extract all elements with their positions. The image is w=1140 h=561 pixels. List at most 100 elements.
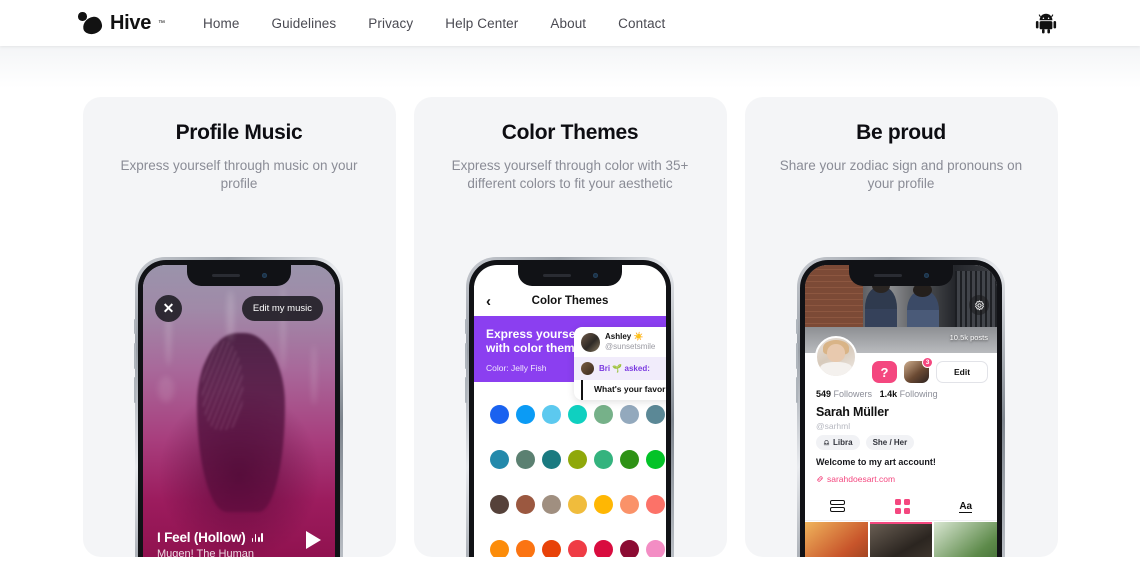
- profile-tab-bar: Aa: [805, 493, 997, 521]
- main-nav: Home Guidelines Privacy Help Center Abou…: [203, 16, 665, 31]
- color-swatch[interactable]: [646, 450, 665, 469]
- link-chain-icon: [817, 476, 823, 482]
- color-swatch[interactable]: [646, 405, 665, 424]
- profile-bio: Welcome to my art account!: [816, 457, 936, 467]
- color-swatch[interactable]: [620, 495, 639, 514]
- phone-notch: [187, 265, 291, 286]
- page-root: Hive ™ Home Guidelines Privacy Help Cent…: [0, 0, 1140, 561]
- avatar[interactable]: [815, 336, 857, 378]
- feature-cards: Profile Music Express yourself through m…: [0, 97, 1140, 561]
- text-view-icon[interactable]: Aa: [959, 501, 973, 513]
- hive-bee-logo-icon: [78, 11, 104, 36]
- color-swatch[interactable]: [542, 450, 561, 469]
- profile-handle: @sarhml: [816, 421, 851, 431]
- nav-item-home[interactable]: Home: [203, 16, 239, 31]
- phone-mockup-themes: ‹ Color Themes Express yourself with col…: [464, 257, 674, 557]
- color-swatch[interactable]: [516, 450, 535, 469]
- themes-screen-title: Color Themes: [531, 295, 609, 307]
- pronouns-label: She / Her: [872, 438, 908, 447]
- phone-screen-music: ✕ Edit my music I Feel (Hollow) Mugen! T…: [143, 265, 335, 557]
- profile-action-buttons: ? 3 Edit: [872, 357, 988, 383]
- nav-item-guidelines[interactable]: Guidelines: [271, 16, 336, 31]
- feature-card-color-themes: Color Themes Express yourself through co…: [413, 97, 727, 557]
- followers-label: Followers: [833, 389, 873, 399]
- profile-posts-count: 10.5k posts: [949, 333, 988, 342]
- color-swatch[interactable]: [490, 450, 509, 469]
- color-swatch[interactable]: [516, 405, 535, 424]
- post-thumbnail[interactable]: [805, 522, 868, 557]
- post-author-handle: @sunsetsmile: [605, 342, 656, 351]
- color-swatch[interactable]: [594, 450, 613, 469]
- brand-logo[interactable]: Hive ™: [78, 11, 166, 36]
- grid-view-icon[interactable]: [894, 499, 910, 514]
- profile-link-text: sarahdoesart.com: [827, 474, 896, 484]
- color-swatch[interactable]: [516, 495, 535, 514]
- list-view-icon[interactable]: [829, 499, 845, 514]
- color-swatch[interactable]: [594, 540, 613, 557]
- card-title: Profile Music: [175, 121, 303, 144]
- brand-trademark: ™: [158, 19, 166, 27]
- post-thumbnail[interactable]: [934, 522, 997, 557]
- phone-screen-profile: 10.5k posts ? 3 Edit 549 Followers 1.4k …: [805, 265, 997, 557]
- color-swatch[interactable]: [568, 450, 587, 469]
- profile-body: ? 3 Edit 549 Followers 1.4k Following Sa…: [805, 336, 997, 557]
- color-swatch[interactable]: [568, 405, 587, 424]
- notification-badge: 3: [922, 357, 933, 368]
- profile-display-name: Sarah Müller: [816, 405, 889, 419]
- close-x-icon[interactable]: ✕: [155, 295, 182, 322]
- color-swatch[interactable]: [620, 405, 639, 424]
- color-swatch[interactable]: [594, 405, 613, 424]
- color-swatch[interactable]: [542, 540, 561, 557]
- nav-item-contact[interactable]: Contact: [618, 16, 665, 31]
- zodiac-chip[interactable]: Libra: [816, 435, 860, 450]
- card-title: Be proud: [856, 121, 946, 144]
- color-swatch[interactable]: [620, 450, 639, 469]
- post-author-name: Ashley ☀️: [605, 332, 644, 341]
- following-count: 1.4k: [879, 389, 898, 399]
- color-swatch[interactable]: [490, 540, 509, 557]
- phone-screen-themes: ‹ Color Themes Express yourself with col…: [474, 265, 666, 557]
- question-button[interactable]: ?: [872, 361, 897, 383]
- song-artist: Mugen! The Human: [157, 548, 255, 557]
- zodiac-label: Libra: [833, 438, 853, 447]
- post-thumbnail[interactable]: [869, 522, 933, 557]
- question-text: What's your favorit: [581, 380, 666, 400]
- color-swatch[interactable]: [542, 405, 561, 424]
- profile-chips: Libra She / Her: [816, 435, 915, 450]
- music-footer: I Feel (Hollow) Mugen! The Human: [143, 522, 335, 557]
- hero-gradient: [0, 46, 1140, 88]
- profile-link[interactable]: sarahdoesart.com: [816, 474, 895, 484]
- nav-item-help-center[interactable]: Help Center: [445, 16, 518, 31]
- color-swatch[interactable]: [646, 540, 665, 557]
- color-swatch[interactable]: [594, 495, 613, 514]
- nav-item-privacy[interactable]: Privacy: [368, 16, 413, 31]
- pronouns-chip[interactable]: She / Her: [865, 435, 915, 450]
- color-swatch[interactable]: [568, 540, 587, 557]
- music-top-controls: ✕ Edit my music: [143, 295, 335, 322]
- nav-item-about[interactable]: About: [550, 16, 586, 31]
- following-label: Following: [899, 389, 938, 399]
- settings-gear-icon[interactable]: [969, 295, 989, 315]
- followers-count: 549: [816, 389, 832, 399]
- color-swatch[interactable]: [620, 540, 639, 557]
- color-swatch-grid: [474, 391, 666, 557]
- edit-my-music-button[interactable]: Edit my music: [241, 296, 323, 321]
- play-triangle-icon[interactable]: [306, 531, 321, 549]
- site-header: Hive ™ Home Guidelines Privacy Help Cent…: [0, 0, 1140, 46]
- phone-notch: [518, 265, 622, 286]
- card-title: Color Themes: [501, 121, 639, 144]
- color-swatch[interactable]: [568, 495, 587, 514]
- color-swatch[interactable]: [490, 405, 509, 424]
- color-swatch[interactable]: [490, 495, 509, 514]
- question-asker: Bri 🌱 asked:: [599, 364, 650, 373]
- edit-profile-button[interactable]: Edit: [936, 361, 988, 383]
- color-swatch[interactable]: [516, 540, 535, 557]
- android-robot-icon[interactable]: [1034, 11, 1058, 40]
- card-description: Express yourself through color with 35+ …: [451, 158, 689, 191]
- equalizer-bars-icon: [251, 533, 263, 542]
- profile-post-grid: [805, 522, 997, 557]
- color-swatch[interactable]: [646, 495, 665, 514]
- color-swatch[interactable]: [542, 495, 561, 514]
- themes-preview-post-card: Ashley ☀️ @sunsetsmile Bri 🌱 asked: What…: [574, 327, 666, 400]
- brand-name: Hive: [110, 12, 152, 34]
